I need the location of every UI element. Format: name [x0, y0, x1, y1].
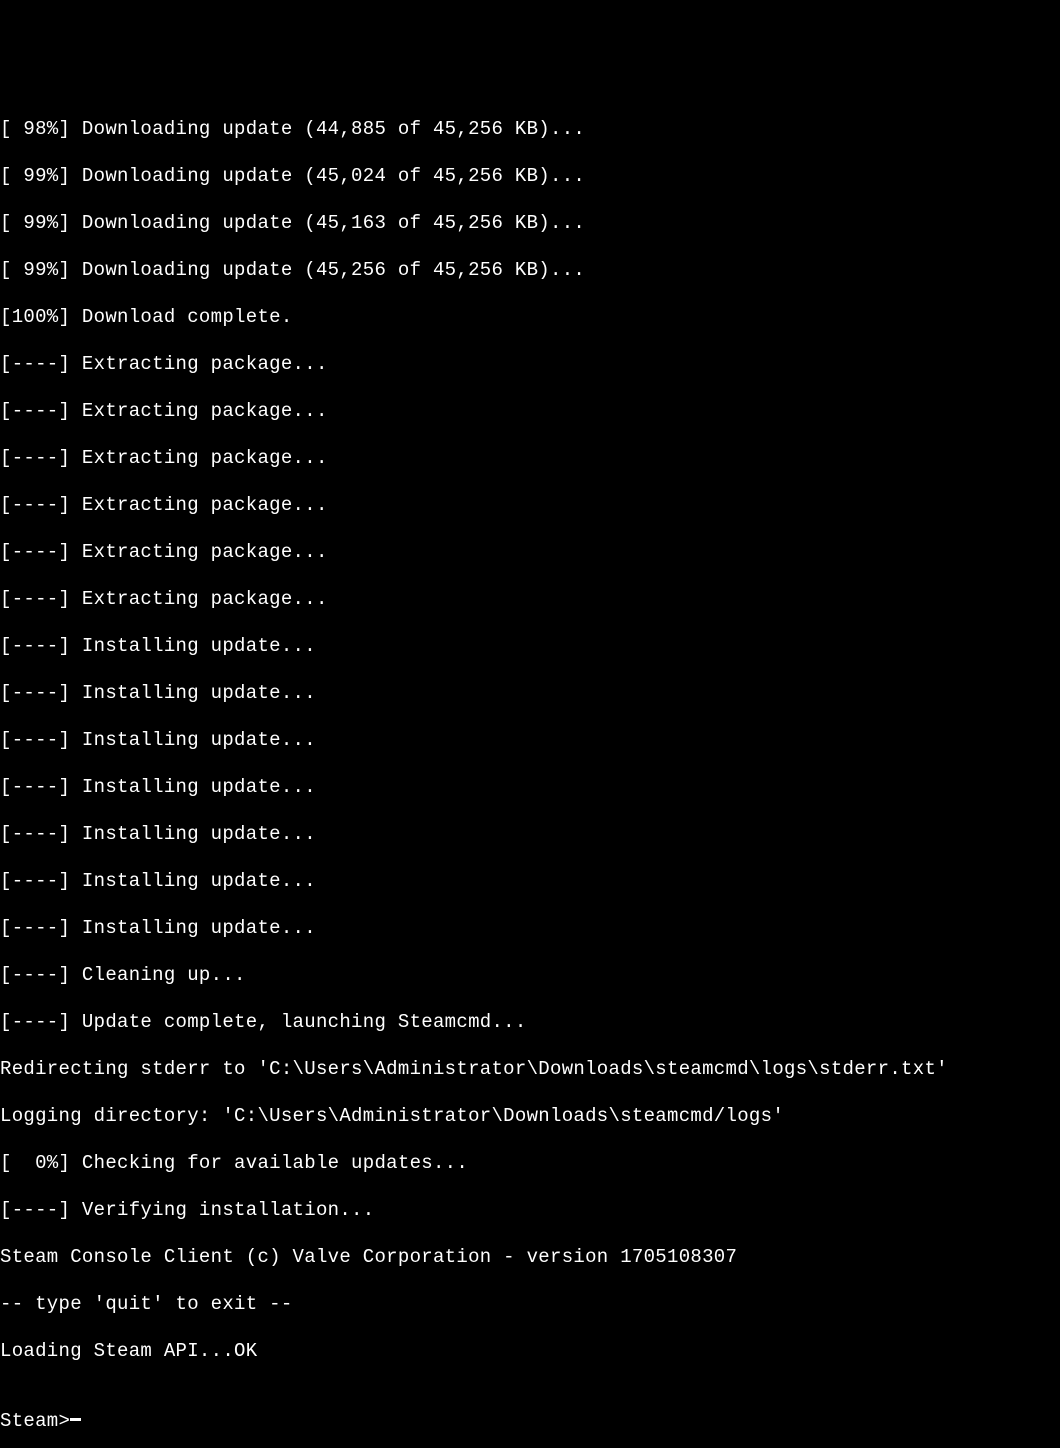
terminal-line: Loading Steam API...OK [0, 1340, 1060, 1364]
terminal-line: [----] Extracting package... [0, 588, 1060, 612]
terminal-line: Logging directory: 'C:\Users\Administrat… [0, 1105, 1060, 1129]
terminal-prompt-line[interactable]: Steam> [0, 1410, 1060, 1434]
terminal-line: [----] Installing update... [0, 917, 1060, 941]
terminal-line: [----] Extracting package... [0, 541, 1060, 565]
terminal-line: [----] Installing update... [0, 635, 1060, 659]
terminal-line: [ 0%] Checking for available updates... [0, 1152, 1060, 1176]
terminal-line: [----] Verifying installation... [0, 1199, 1060, 1223]
terminal-line: [----] Extracting package... [0, 447, 1060, 471]
cursor-icon [70, 1418, 81, 1421]
terminal-line: [----] Installing update... [0, 682, 1060, 706]
terminal-line: [----] Installing update... [0, 823, 1060, 847]
terminal-line: [----] Extracting package... [0, 494, 1060, 518]
terminal-line: [100%] Download complete. [0, 306, 1060, 330]
terminal-line: [----] Extracting package... [0, 400, 1060, 424]
terminal-line: [ 99%] Downloading update (45,163 of 45,… [0, 212, 1060, 236]
terminal-line: Redirecting stderr to 'C:\Users\Administ… [0, 1058, 1060, 1082]
terminal-line: [----] Installing update... [0, 776, 1060, 800]
terminal-line: [ 99%] Downloading update (45,024 of 45,… [0, 165, 1060, 189]
terminal-line: [----] Extracting package... [0, 353, 1060, 377]
terminal-output[interactable]: [ 98%] Downloading update (44,885 of 45,… [0, 94, 1060, 1448]
terminal-line: [----] Cleaning up... [0, 964, 1060, 988]
terminal-line: [----] Installing update... [0, 729, 1060, 753]
terminal-prompt: Steam> [0, 1410, 70, 1434]
terminal-line: [----] Installing update... [0, 870, 1060, 894]
terminal-line: [----] Update complete, launching Steamc… [0, 1011, 1060, 1035]
terminal-line: [ 98%] Downloading update (44,885 of 45,… [0, 118, 1060, 142]
terminal-line: Steam Console Client (c) Valve Corporati… [0, 1246, 1060, 1270]
terminal-line: -- type 'quit' to exit -- [0, 1293, 1060, 1317]
terminal-line: [ 99%] Downloading update (45,256 of 45,… [0, 259, 1060, 283]
